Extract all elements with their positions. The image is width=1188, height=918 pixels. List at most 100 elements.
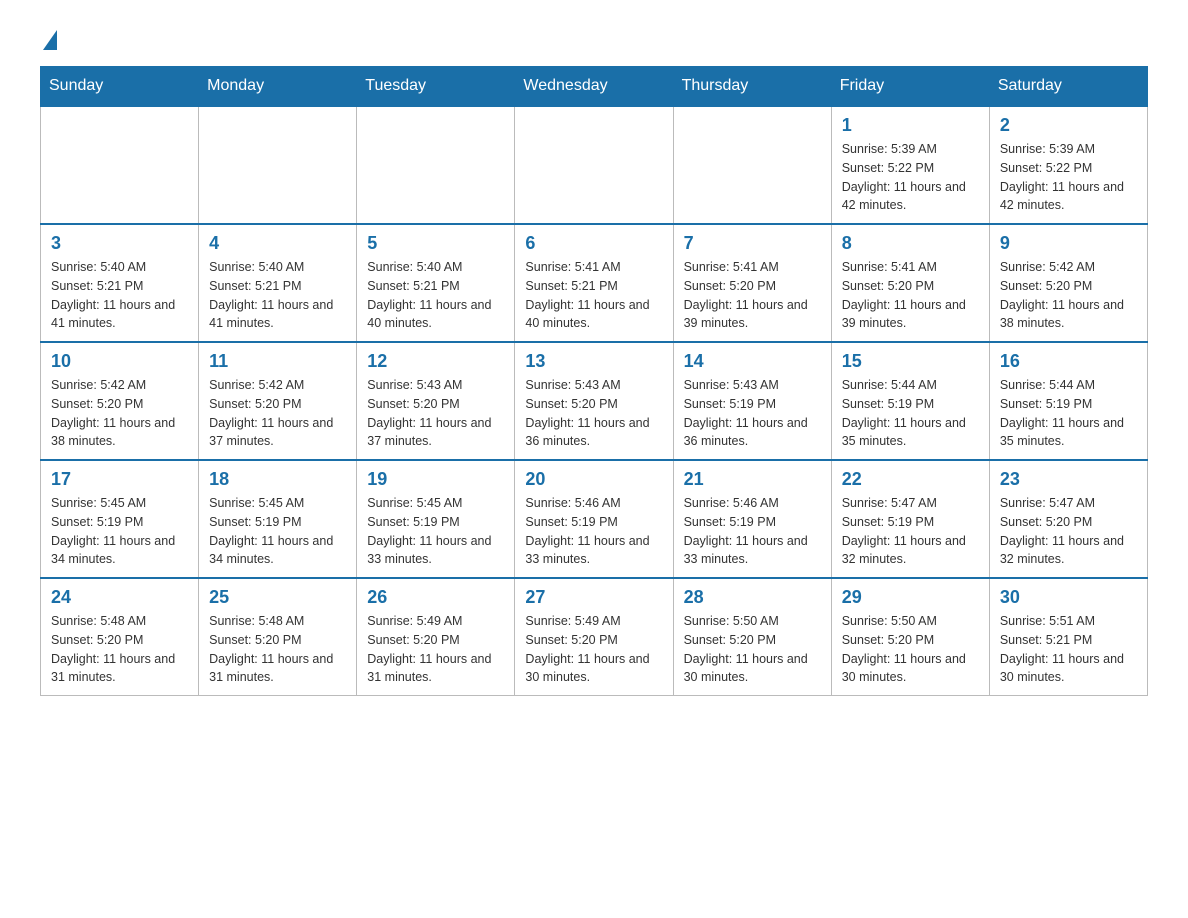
calendar-cell: 15 Sunrise: 5:44 AMSunset: 5:19 PMDayligh… <box>831 342 989 460</box>
week-row-5: 24Sunrise: 5:48 AMSunset: 5:20 PMDayligh… <box>41 578 1148 696</box>
calendar-cell: 26 Sunrise: 5:49 AMSunset: 5:20 PMDayligh… <box>357 578 515 696</box>
week-row-2: 3 Sunrise: 5:40 AMSunset: 5:21 PMDaylight… <box>41 224 1148 342</box>
day-info: Sunrise: 5:45 AMSunset: 5:19 PMDaylight:… <box>367 494 504 569</box>
day-number: 2 <box>1000 115 1137 136</box>
day-number: 28 <box>684 587 821 608</box>
day-info: Sunrise: 5:47 AMSunset: 5:20 PMDaylight:… <box>1000 494 1137 569</box>
day-number: 10 <box>51 351 188 372</box>
week-row-1: 1 Sunrise: 5:39 AMSunset: 5:22 PMDaylight… <box>41 106 1148 224</box>
day-info: Sunrise: 5:42 AMSunset: 5:20 PMDaylight:… <box>1000 258 1137 333</box>
calendar-cell: 24Sunrise: 5:48 AMSunset: 5:20 PMDayligh… <box>41 578 199 696</box>
day-info: Sunrise: 5:40 AMSunset: 5:21 PMDaylight:… <box>367 258 504 333</box>
calendar-cell <box>357 106 515 224</box>
day-info: Sunrise: 5:47 AMSunset: 5:19 PMDaylight:… <box>842 494 979 569</box>
day-number: 22 <box>842 469 979 490</box>
col-friday: Friday <box>831 67 989 107</box>
day-info: Sunrise: 5:46 AMSunset: 5:19 PMDaylight:… <box>684 494 821 569</box>
calendar-cell: 11 Sunrise: 5:42 AMSunset: 5:20 PMDayligh… <box>199 342 357 460</box>
calendar-cell: 22 Sunrise: 5:47 AMSunset: 5:19 PMDayligh… <box>831 460 989 578</box>
calendar-cell: 30 Sunrise: 5:51 AMSunset: 5:21 PMDayligh… <box>989 578 1147 696</box>
calendar-cell: 5Sunrise: 5:40 AMSunset: 5:21 PMDaylight… <box>357 224 515 342</box>
calendar-cell: 28 Sunrise: 5:50 AMSunset: 5:20 PMDayligh… <box>673 578 831 696</box>
day-number: 16 <box>1000 351 1137 372</box>
day-number: 7 <box>684 233 821 254</box>
page-header <box>40 30 1148 46</box>
day-number: 26 <box>367 587 504 608</box>
calendar-cell: 20 Sunrise: 5:46 AMSunset: 5:19 PMDayligh… <box>515 460 673 578</box>
day-number: 19 <box>367 469 504 490</box>
day-info: Sunrise: 5:51 AMSunset: 5:21 PMDaylight:… <box>1000 612 1137 687</box>
calendar-cell: 25Sunrise: 5:48 AMSunset: 5:20 PMDayligh… <box>199 578 357 696</box>
day-number: 3 <box>51 233 188 254</box>
day-number: 17 <box>51 469 188 490</box>
day-number: 6 <box>525 233 662 254</box>
day-info: Sunrise: 5:45 AMSunset: 5:19 PMDaylight:… <box>209 494 346 569</box>
col-saturday: Saturday <box>989 67 1147 107</box>
day-info: Sunrise: 5:45 AMSunset: 5:19 PMDaylight:… <box>51 494 188 569</box>
calendar-cell: 12 Sunrise: 5:43 AMSunset: 5:20 PMDayligh… <box>357 342 515 460</box>
calendar-cell: 7 Sunrise: 5:41 AMSunset: 5:20 PMDaylight… <box>673 224 831 342</box>
day-number: 1 <box>842 115 979 136</box>
day-info: Sunrise: 5:43 AMSunset: 5:20 PMDaylight:… <box>367 376 504 451</box>
calendar-cell <box>673 106 831 224</box>
col-sunday: Sunday <box>41 67 199 107</box>
col-tuesday: Tuesday <box>357 67 515 107</box>
day-number: 21 <box>684 469 821 490</box>
day-info: Sunrise: 5:40 AMSunset: 5:21 PMDaylight:… <box>51 258 188 333</box>
day-info: Sunrise: 5:41 AMSunset: 5:20 PMDaylight:… <box>684 258 821 333</box>
day-number: 4 <box>209 233 346 254</box>
day-number: 12 <box>367 351 504 372</box>
calendar-table: Sunday Monday Tuesday Wednesday Thursday… <box>40 66 1148 696</box>
logo <box>40 30 57 46</box>
calendar-cell: 14Sunrise: 5:43 AMSunset: 5:19 PMDayligh… <box>673 342 831 460</box>
col-wednesday: Wednesday <box>515 67 673 107</box>
calendar-cell: 6 Sunrise: 5:41 AMSunset: 5:21 PMDaylight… <box>515 224 673 342</box>
day-info: Sunrise: 5:50 AMSunset: 5:20 PMDaylight:… <box>684 612 821 687</box>
day-number: 8 <box>842 233 979 254</box>
day-info: Sunrise: 5:46 AMSunset: 5:19 PMDaylight:… <box>525 494 662 569</box>
day-number: 20 <box>525 469 662 490</box>
col-monday: Monday <box>199 67 357 107</box>
day-info: Sunrise: 5:43 AMSunset: 5:20 PMDaylight:… <box>525 376 662 451</box>
calendar-cell: 3 Sunrise: 5:40 AMSunset: 5:21 PMDaylight… <box>41 224 199 342</box>
calendar-cell <box>199 106 357 224</box>
day-info: Sunrise: 5:41 AMSunset: 5:21 PMDaylight:… <box>525 258 662 333</box>
day-info: Sunrise: 5:42 AMSunset: 5:20 PMDaylight:… <box>209 376 346 451</box>
calendar-header-row: Sunday Monday Tuesday Wednesday Thursday… <box>41 67 1148 107</box>
day-number: 18 <box>209 469 346 490</box>
day-number: 24 <box>51 587 188 608</box>
calendar-cell <box>41 106 199 224</box>
day-info: Sunrise: 5:50 AMSunset: 5:20 PMDaylight:… <box>842 612 979 687</box>
calendar-cell: 9 Sunrise: 5:42 AMSunset: 5:20 PMDaylight… <box>989 224 1147 342</box>
calendar-cell: 10 Sunrise: 5:42 AMSunset: 5:20 PMDayligh… <box>41 342 199 460</box>
day-info: Sunrise: 5:42 AMSunset: 5:20 PMDaylight:… <box>51 376 188 451</box>
day-info: Sunrise: 5:49 AMSunset: 5:20 PMDaylight:… <box>367 612 504 687</box>
week-row-3: 10 Sunrise: 5:42 AMSunset: 5:20 PMDayligh… <box>41 342 1148 460</box>
calendar-cell: 18 Sunrise: 5:45 AMSunset: 5:19 PMDayligh… <box>199 460 357 578</box>
calendar-cell: 13 Sunrise: 5:43 AMSunset: 5:20 PMDayligh… <box>515 342 673 460</box>
calendar-cell: 21 Sunrise: 5:46 AMSunset: 5:19 PMDayligh… <box>673 460 831 578</box>
col-thursday: Thursday <box>673 67 831 107</box>
day-info: Sunrise: 5:49 AMSunset: 5:20 PMDaylight:… <box>525 612 662 687</box>
calendar-cell: 1 Sunrise: 5:39 AMSunset: 5:22 PMDaylight… <box>831 106 989 224</box>
day-number: 13 <box>525 351 662 372</box>
calendar-cell: 4 Sunrise: 5:40 AMSunset: 5:21 PMDaylight… <box>199 224 357 342</box>
day-info: Sunrise: 5:44 AMSunset: 5:19 PMDaylight:… <box>842 376 979 451</box>
calendar-cell: 2 Sunrise: 5:39 AMSunset: 5:22 PMDaylight… <box>989 106 1147 224</box>
day-info: Sunrise: 5:43 AMSunset: 5:19 PMDaylight:… <box>684 376 821 451</box>
day-number: 15 <box>842 351 979 372</box>
day-info: Sunrise: 5:40 AMSunset: 5:21 PMDaylight:… <box>209 258 346 333</box>
day-number: 30 <box>1000 587 1137 608</box>
day-number: 27 <box>525 587 662 608</box>
day-number: 9 <box>1000 233 1137 254</box>
calendar-cell: 16 Sunrise: 5:44 AMSunset: 5:19 PMDayligh… <box>989 342 1147 460</box>
calendar-cell: 19 Sunrise: 5:45 AMSunset: 5:19 PMDayligh… <box>357 460 515 578</box>
day-info: Sunrise: 5:39 AMSunset: 5:22 PMDaylight:… <box>842 140 979 215</box>
calendar-cell <box>515 106 673 224</box>
calendar-cell: 27 Sunrise: 5:49 AMSunset: 5:20 PMDayligh… <box>515 578 673 696</box>
day-number: 11 <box>209 351 346 372</box>
day-info: Sunrise: 5:39 AMSunset: 5:22 PMDaylight:… <box>1000 140 1137 215</box>
day-info: Sunrise: 5:44 AMSunset: 5:19 PMDaylight:… <box>1000 376 1137 451</box>
calendar-cell: 8Sunrise: 5:41 AMSunset: 5:20 PMDaylight… <box>831 224 989 342</box>
logo-triangle-icon <box>43 30 57 50</box>
